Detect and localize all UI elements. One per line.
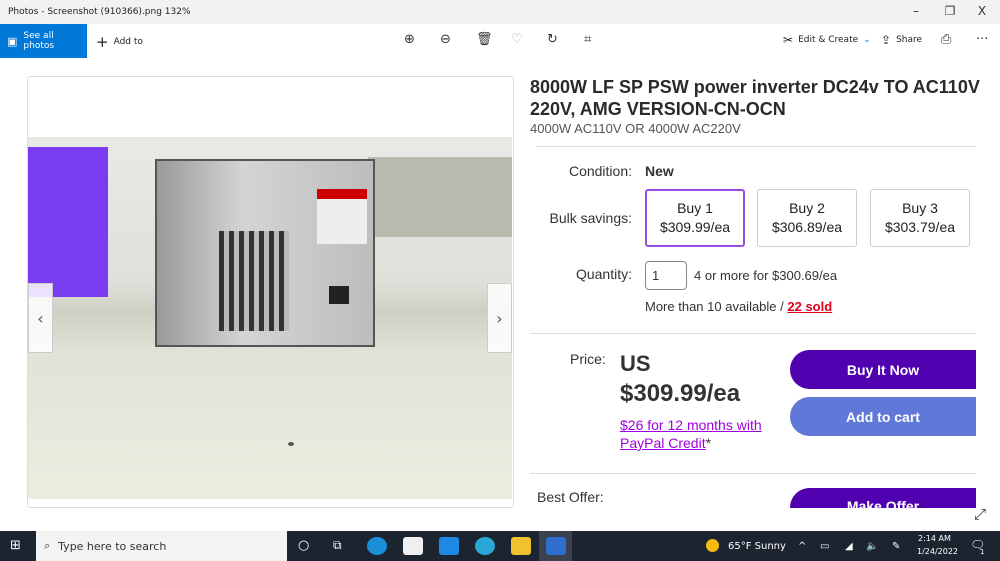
price-value: $309.99/ea (620, 380, 741, 407)
vent-grille (219, 231, 289, 331)
zoom-out-icon[interactable]: ⊖ (440, 32, 451, 47)
fullscreen-icon[interactable]: ⤢ (974, 505, 986, 523)
cortana-icon[interactable]: ○ (298, 538, 309, 553)
purple-crates (28, 147, 108, 297)
see-all-photos-label: See all photos (23, 31, 55, 51)
photos-icon: ▣ (7, 34, 18, 48)
sold-link[interactable]: 22 sold (787, 299, 832, 314)
taskbar-search[interactable]: ⌕ Type here to search (36, 531, 287, 561)
weather-text[interactable]: 65°F Sunny (728, 541, 786, 552)
divider (536, 146, 976, 147)
heart-icon[interactable]: ♡ (511, 32, 523, 47)
wifi-icon[interactable]: ◢ (845, 541, 853, 552)
chevron-down-icon: ⌄ (863, 35, 871, 45)
close-button[interactable]: X (972, 4, 992, 18)
add-to-cart-button[interactable]: Add to cart (790, 397, 976, 436)
price-currency: US (620, 351, 651, 376)
crop-icon[interactable]: ⌗ (584, 32, 591, 47)
quantity-label: Quantity: (575, 266, 632, 282)
zoom-in-icon[interactable]: ⊕ (404, 32, 415, 47)
background-shelf (368, 157, 512, 237)
previous-image-button[interactable]: ‹ (28, 283, 53, 353)
search-icon: ⌕ (44, 539, 51, 552)
bulk-price: $303.79/ea (884, 219, 956, 235)
bulk-qty: Buy 1 (677, 200, 713, 216)
bulk-qty: Buy 2 (789, 200, 825, 216)
quantity-input[interactable] (645, 261, 687, 290)
bulk-qty: Buy 3 (902, 200, 938, 216)
edit-create-button[interactable]: ✂ Edit & Create ⌄ (783, 33, 871, 47)
best-offer-label: Best Offer: (537, 489, 604, 505)
chevron-left-icon: ‹ (37, 308, 44, 328)
listing-title: 8000W LF SP PSW power inverter DC24v TO … (530, 77, 980, 119)
bulk-option-buy-1[interactable]: Buy 1 $309.99/ea (645, 189, 745, 247)
make-offer-clip: Make Offer (790, 488, 976, 508)
next-image-button[interactable]: › (487, 283, 512, 353)
make-offer-button[interactable]: Make Offer (790, 488, 976, 508)
volume-icon[interactable]: 🔈 (866, 541, 878, 552)
bulk-price: $309.99/ea (659, 219, 731, 235)
quantity-deal: 4 or more for $300.69/ea (694, 268, 838, 283)
bulk-option-buy-3[interactable]: Buy 3 $303.79/ea (870, 189, 970, 247)
mail-icon[interactable] (439, 537, 459, 555)
edge-icon[interactable] (367, 537, 387, 555)
edit-icon: ✂ (783, 33, 794, 47)
delete-icon[interactable]: 🗑 (476, 32, 493, 47)
chevron-right-icon: › (496, 308, 503, 328)
see-all-photos-button[interactable]: ▣ See all photos (0, 24, 87, 58)
ac-outlet (329, 286, 349, 304)
bulk-option-buy-2[interactable]: Buy 2 $306.89/ea (757, 189, 857, 247)
divider (530, 333, 976, 334)
bulk-savings-label: Bulk savings: (549, 210, 632, 226)
availability-text: More than 10 available / (645, 299, 788, 314)
edit-create-label: Edit & Create (798, 35, 859, 45)
bulk-price: $306.89/ea (771, 219, 843, 235)
minimize-button[interactable]: – (906, 4, 926, 18)
active-app-highlight (539, 531, 572, 561)
print-icon[interactable]: ⎙ (941, 32, 951, 47)
rotate-icon[interactable]: ↻ (547, 32, 558, 47)
restore-button[interactable]: ❐ (940, 4, 960, 18)
share-label: Share (896, 35, 923, 45)
notification-count: 1 (980, 548, 985, 556)
browser-icon[interactable] (475, 537, 495, 555)
share-button[interactable]: ⇪ Share (881, 33, 922, 47)
paypal-credit-link[interactable]: $26 for 12 months with PayPal Credit (620, 417, 762, 451)
store-icon[interactable] (403, 537, 423, 555)
condition-value: New (645, 163, 674, 179)
toolbar: ▣ See all photos + Add to ⊕ ⊖ 🗑 ♡ ↻ ⌗ ✂ … (0, 24, 1000, 58)
title-bar: Photos - Screenshot (910366).png 132% – … (0, 0, 1000, 24)
clock-date[interactable]: 1/24/2022 (917, 547, 958, 556)
chevron-up-icon[interactable]: ^ (798, 541, 806, 552)
window-title: Photos - Screenshot (910366).png 132% (8, 7, 191, 17)
product-photo[interactable] (28, 137, 512, 499)
listing-subtitle: 4000W AC110V OR 4000W AC220V (530, 121, 741, 136)
more-button[interactable]: ··· (976, 32, 988, 47)
divider (530, 473, 976, 474)
inverter-device (155, 159, 375, 347)
share-icon: ⇪ (881, 33, 892, 47)
terminal-block (317, 189, 367, 244)
add-to-label: Add to (113, 37, 143, 47)
plus-icon: + (96, 33, 109, 51)
search-placeholder: Type here to search (58, 539, 167, 553)
task-view-icon[interactable]: ⧉ (333, 538, 342, 553)
file-explorer-icon[interactable] (511, 537, 531, 555)
buy-it-now-button[interactable]: Buy It Now (790, 350, 976, 389)
floor-spot (288, 442, 294, 446)
battery-icon[interactable]: ▭ (820, 541, 829, 552)
photos-app-icon[interactable] (546, 537, 566, 555)
condition-label: Condition: (568, 163, 632, 179)
pen-icon[interactable]: ✎ (892, 541, 900, 552)
weather-sun-icon (706, 539, 719, 552)
clock-time[interactable]: 2:14 AM (918, 534, 951, 543)
add-to-button[interactable]: + Add to (96, 33, 143, 51)
taskbar: ⊞ ⌕ Type here to search ○ ⧉ 65°F Sunny ^… (0, 531, 1000, 561)
windows-start-icon[interactable]: ⊞ (10, 538, 21, 553)
credit-asterisk: * (705, 435, 712, 451)
price-label: Price: (570, 351, 606, 367)
